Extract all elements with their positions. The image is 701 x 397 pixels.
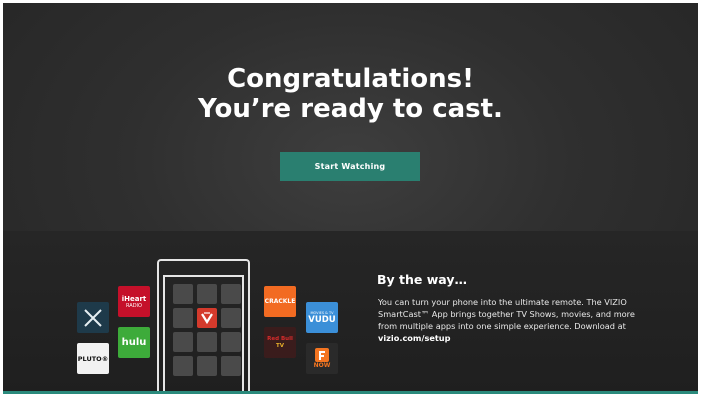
x-glyph-icon <box>84 308 102 327</box>
phone-app-tile <box>221 308 241 328</box>
phone-app-tile <box>173 332 193 352</box>
headline-line-1: Congratulations! <box>227 64 474 94</box>
vizio-v-icon <box>197 308 217 328</box>
x-app-icon <box>77 302 109 333</box>
phone-app-tile <box>197 356 217 376</box>
vudu-icon: MOVIES & TV VUDU <box>306 302 338 333</box>
phone-app-tile <box>221 356 241 376</box>
phone-app-tile <box>197 284 217 304</box>
pluto-label: PLUTO® <box>77 354 109 363</box>
start-watching-button[interactable]: Start Watching <box>280 152 420 181</box>
fandango-f-icon <box>315 347 329 362</box>
phone-app-tile <box>173 308 193 328</box>
fandango-label: NOW <box>313 361 331 369</box>
redbull-tv-label: TV <box>275 342 284 349</box>
bottom-accent-line <box>3 391 698 394</box>
pluto-tv-icon: PLUTO® <box>77 343 109 374</box>
iheart-radio-icon: iHeart RADIO <box>118 286 150 317</box>
by-the-way-body: You can turn your phone into the ultimat… <box>378 296 640 344</box>
iheart-sublabel: RADIO <box>126 302 142 309</box>
iheart-label: iHeart <box>121 294 147 303</box>
phone-app-tile <box>173 284 193 304</box>
redbull-label: Red Bull <box>267 335 293 342</box>
phone-app-tile <box>197 332 217 352</box>
by-the-way-title: By the way… <box>377 272 467 287</box>
by-the-way-body-text: You can turn your phone into the ultimat… <box>378 297 635 331</box>
vudu-label: VUDU <box>308 314 336 325</box>
crackle-label: CRACKLE <box>264 298 296 305</box>
phone-app-tile <box>221 332 241 352</box>
red-bull-tv-icon: Red Bull TV <box>264 327 296 358</box>
hulu-icon: hulu <box>118 327 150 358</box>
crackle-icon: CRACKLE <box>264 286 296 317</box>
headline-line-2: You’re ready to cast. <box>198 94 503 124</box>
phone-app-tile <box>173 356 193 376</box>
fandango-now-icon: NOW <box>306 343 338 374</box>
hulu-label: hulu <box>121 337 147 348</box>
phone-app-tile <box>221 284 241 304</box>
setup-link[interactable]: vizio.com/setup <box>378 333 450 343</box>
